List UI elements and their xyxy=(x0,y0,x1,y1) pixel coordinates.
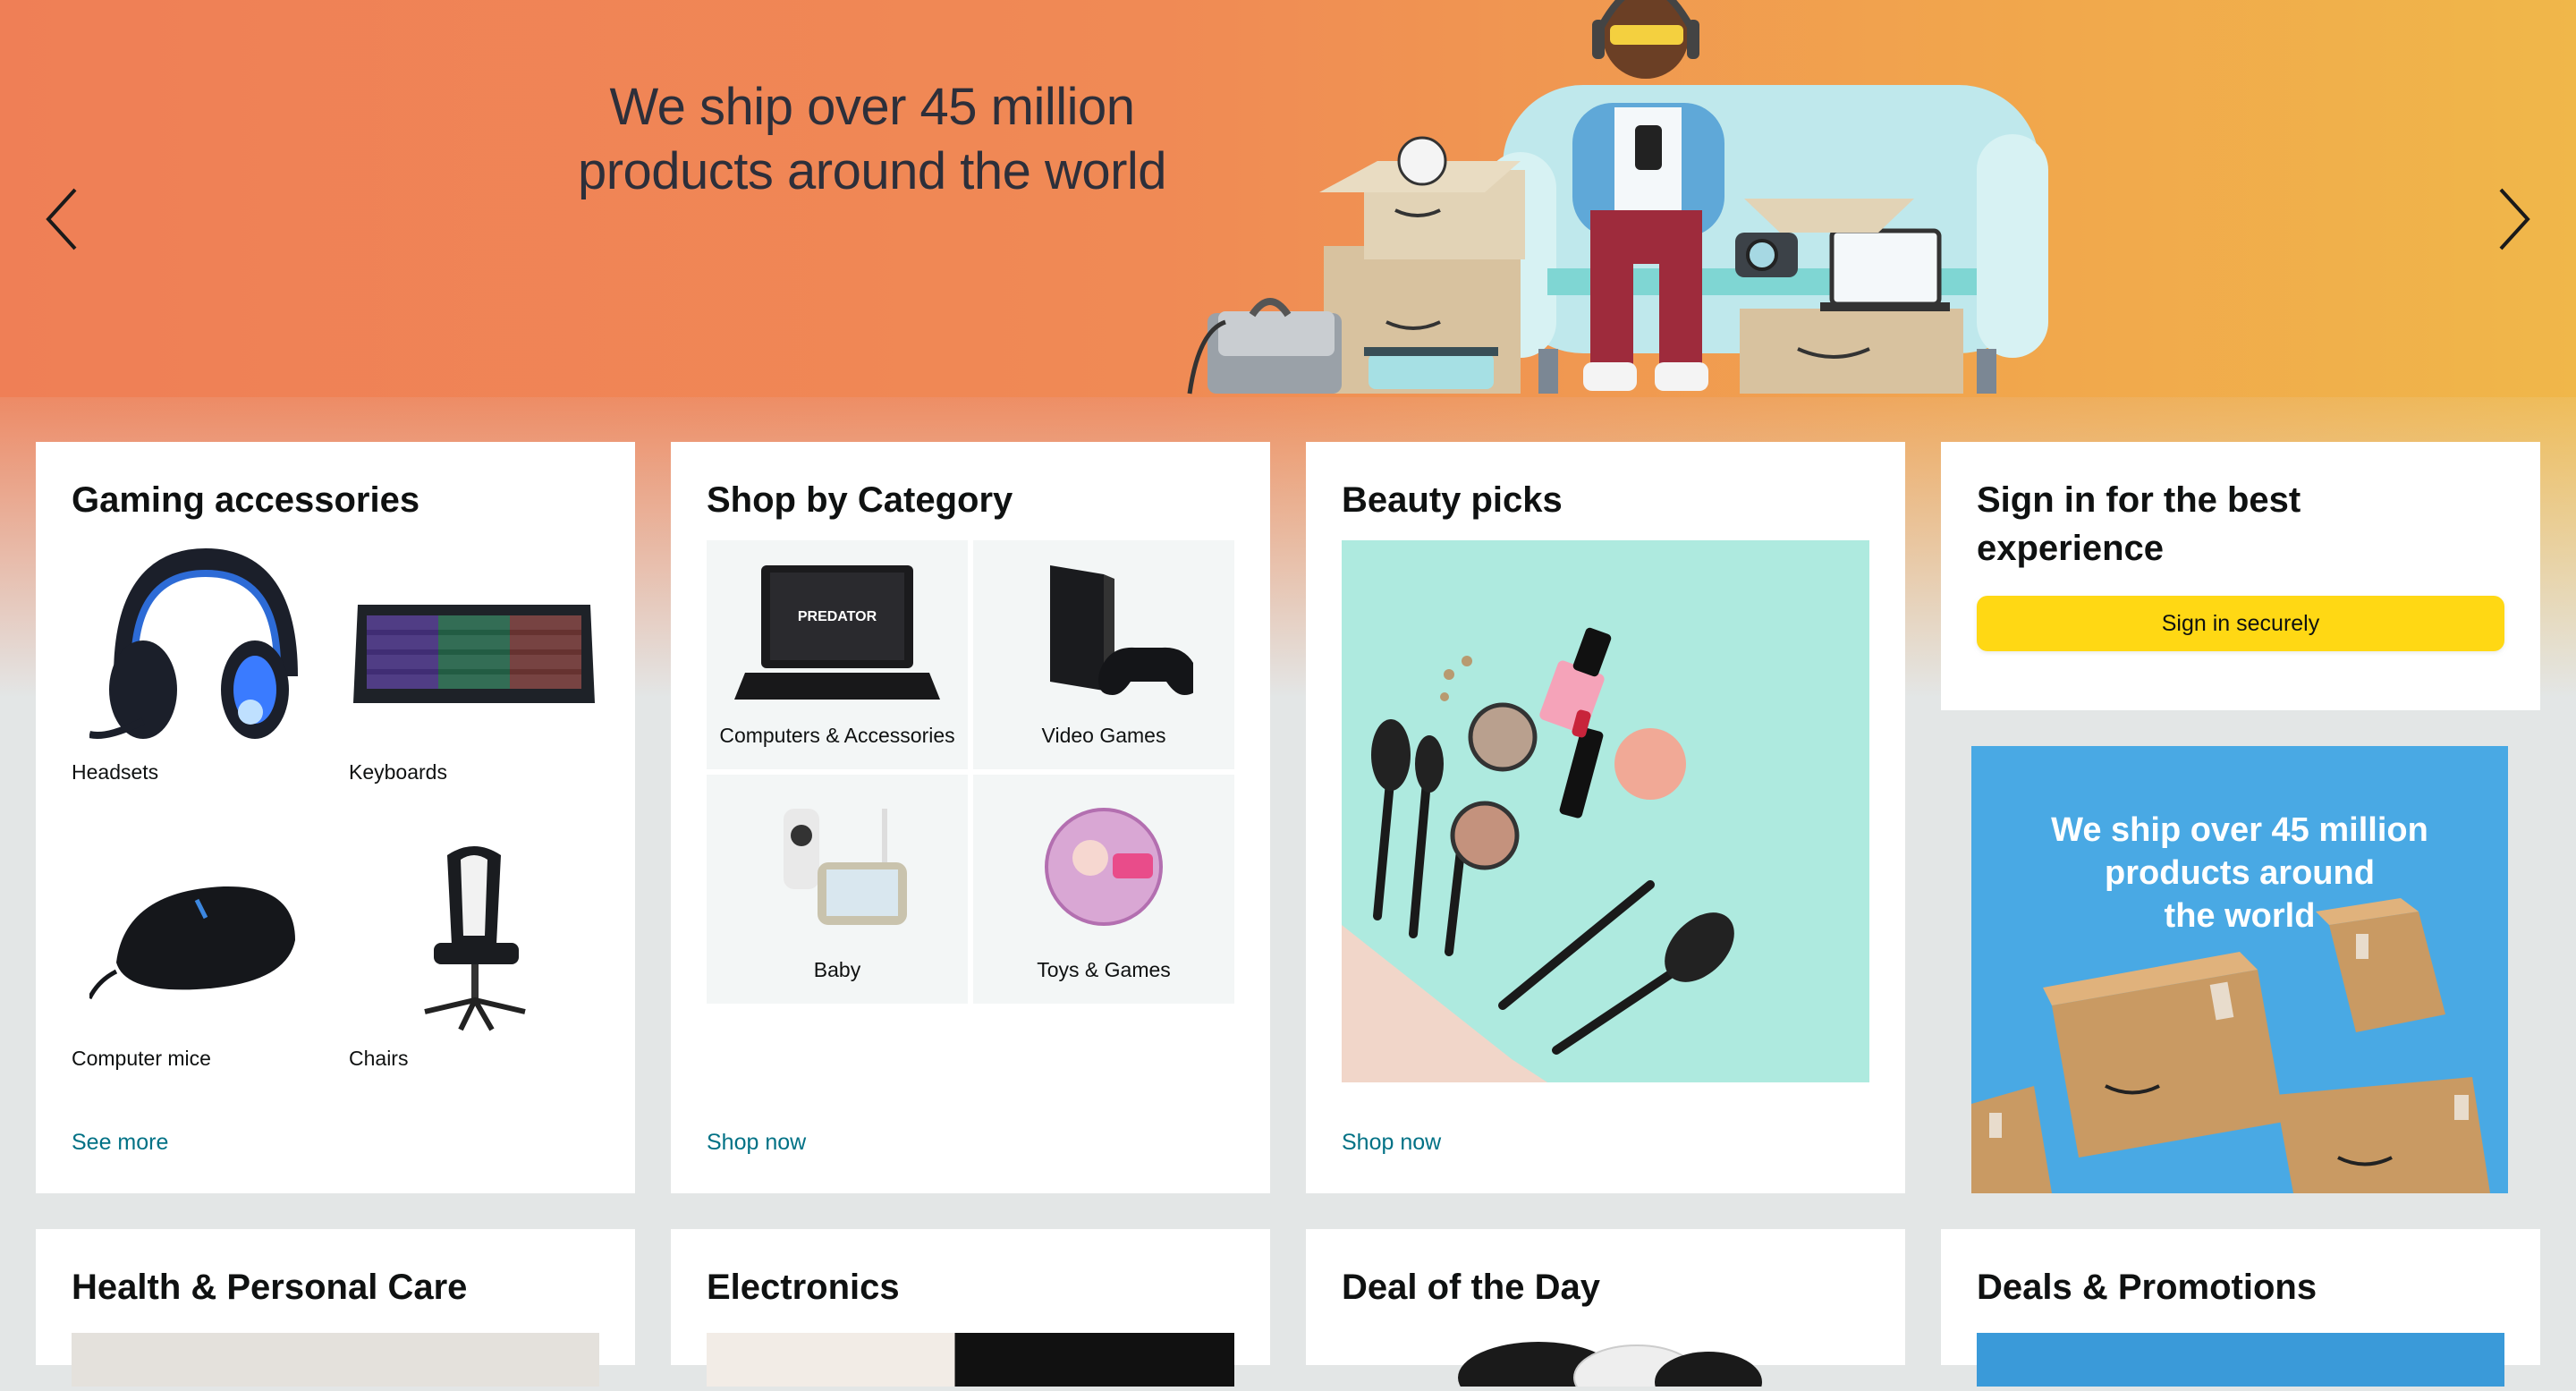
card-title: Deal of the Day xyxy=(1342,1268,1600,1307)
item-label: Chairs xyxy=(349,1047,409,1070)
shop-by-category-card: Shop by Category PREDATOR Computers & Ac… xyxy=(671,442,1270,1193)
beauty-products-image[interactable] xyxy=(1342,540,1869,1082)
mouse-image xyxy=(72,828,322,1043)
sign-in-title: Sign in for the best experience xyxy=(1977,476,2504,573)
card-title: Health & Personal Care xyxy=(72,1268,468,1307)
gaming-item-keyboards[interactable]: Keyboards xyxy=(349,542,599,785)
category-label: Baby xyxy=(813,958,861,981)
health-image[interactable] xyxy=(72,1333,599,1387)
chevron-left-icon xyxy=(46,188,77,250)
sign-in-title-line2: experience xyxy=(1977,529,2165,568)
item-label: Computer mice xyxy=(72,1047,211,1070)
shop-now-link[interactable]: Shop now xyxy=(707,1130,806,1156)
chair-image xyxy=(349,828,599,1043)
see-more-link[interactable]: See more xyxy=(72,1130,168,1156)
shipping-illustration xyxy=(1187,0,2048,394)
beauty-picks-card: Beauty picks Shop now xyxy=(1306,442,1905,1193)
laptop-image: PREDATOR xyxy=(707,540,968,724)
gaming-accessories-card: Gaming accessories Headsets Keyboards Co… xyxy=(36,442,635,1193)
gaming-item-computer-mice[interactable]: Computer mice xyxy=(72,828,322,1071)
item-label: Headsets xyxy=(72,760,159,784)
carousel-next-button[interactable] xyxy=(2487,179,2540,259)
carousel-prev-button[interactable] xyxy=(36,179,89,259)
card-title: Electronics xyxy=(707,1268,900,1307)
headset-image xyxy=(72,542,322,757)
category-toys-games[interactable]: Toys & Games xyxy=(973,775,1234,1004)
keyboard-image xyxy=(349,542,599,757)
svg-text:PREDATOR: PREDATOR xyxy=(798,609,877,624)
card-title: Beauty picks xyxy=(1342,480,1563,520)
hero-title: We ship over 45 million products around … xyxy=(501,75,1243,204)
shop-now-link[interactable]: Shop now xyxy=(1342,1130,1441,1156)
item-label: Keyboards xyxy=(349,760,447,784)
card-title: Deals & Promotions xyxy=(1977,1268,2318,1307)
sign-in-title-line1: Sign in for the best xyxy=(1977,480,2301,520)
health-personal-care-card: Health & Personal Care xyxy=(36,1229,635,1387)
gaming-item-chairs[interactable]: Chairs xyxy=(349,828,599,1071)
hero-title-line2: products around the world xyxy=(577,142,1167,200)
toy-ball-image xyxy=(973,775,1234,958)
deals-promotions-image[interactable] xyxy=(1977,1333,2504,1387)
card-title: Shop by Category xyxy=(707,480,1013,520)
sign-in-button[interactable]: Sign in securely xyxy=(1977,596,2504,651)
sign-in-card: Sign in for the best experience Sign in … xyxy=(1941,442,2540,710)
category-label: Video Games xyxy=(1041,724,1166,747)
shipping-promo-ad[interactable]: We ship over 45 million products around … xyxy=(1971,746,2508,1193)
category-video-games[interactable]: Video Games xyxy=(973,540,1234,769)
category-grid: PREDATOR Computers & Accessories Video G… xyxy=(707,540,1234,1005)
category-computers[interactable]: PREDATOR Computers & Accessories xyxy=(707,540,968,769)
deal-image[interactable] xyxy=(1342,1333,1869,1391)
game-console-image xyxy=(973,540,1234,724)
hero-banner[interactable]: We ship over 45 million products around … xyxy=(0,0,2576,397)
electronics-image[interactable] xyxy=(707,1333,1234,1387)
deals-promotions-card: Deals & Promotions xyxy=(1941,1229,2540,1387)
category-baby[interactable]: Baby xyxy=(707,775,968,1004)
card-title: Gaming accessories xyxy=(72,480,420,520)
hero-title-line1: We ship over 45 million xyxy=(609,78,1135,136)
boxes-illustration xyxy=(1971,898,2490,1193)
baby-monitor-image xyxy=(707,775,968,958)
chevron-right-icon xyxy=(2499,188,2530,250)
gaming-item-headsets[interactable]: Headsets xyxy=(72,542,322,785)
category-label: Computers & Accessories xyxy=(719,724,955,747)
category-label: Toys & Games xyxy=(1037,958,1171,981)
deal-of-the-day-card: Deal of the Day xyxy=(1306,1229,1905,1391)
electronics-card: Electronics xyxy=(671,1229,1270,1387)
